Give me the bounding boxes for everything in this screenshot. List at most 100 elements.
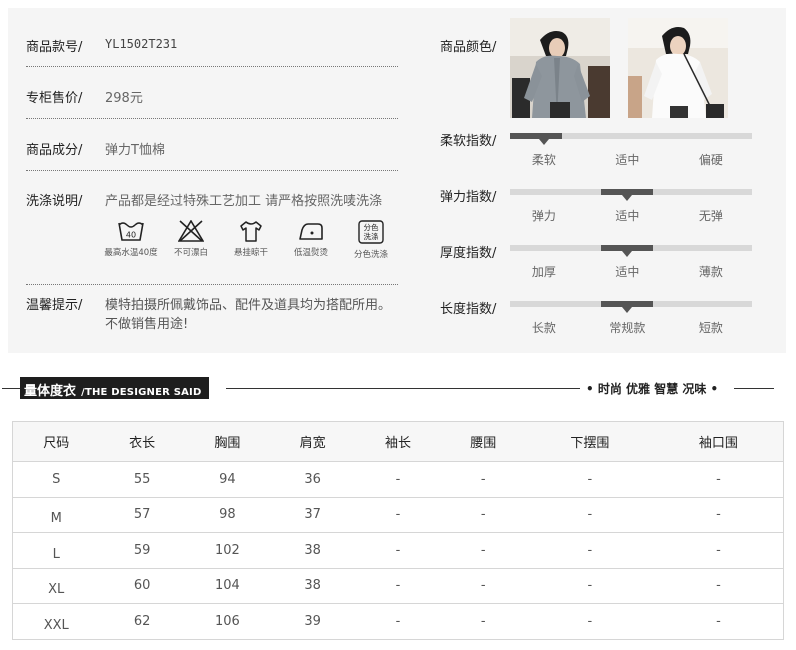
chest-cell: 94: [184, 461, 271, 498]
divider: [26, 284, 398, 285]
color-label: 商品颜色/: [440, 40, 497, 55]
separate-wash-caption: 分色洗涤: [353, 250, 388, 260]
table-row: S 55 94 36 - - - -: [12, 461, 784, 498]
color-photo-gray[interactable]: [510, 18, 610, 118]
divider: [26, 118, 398, 119]
header-line-right: [734, 388, 774, 389]
thickness-label: 厚度指数/: [440, 246, 497, 261]
shoulder-cell: 39: [270, 603, 356, 640]
section-tagline: • 时尚 优雅 智慧 况味 •: [586, 382, 719, 396]
low-iron-icon: [299, 223, 323, 240]
length-cell: 60: [99, 568, 185, 604]
chest-cell: 104: [184, 568, 271, 604]
divider: [26, 66, 398, 67]
low-iron-caption: 低温熨烫: [293, 248, 328, 258]
model-label: 商品款号/: [26, 40, 83, 55]
chest-cell: 98: [184, 497, 271, 533]
header-line-middle: [226, 388, 580, 389]
hang-dry-item: 悬挂晾干: [219, 220, 283, 258]
shoulder-cell: 37: [270, 497, 356, 533]
softness-indicator: [510, 133, 562, 139]
waist-cell: -: [440, 568, 526, 604]
model-gray-shirt-image: [510, 18, 610, 118]
elasticity-option-1: 弹力: [531, 209, 556, 223]
tips-line-1: 模特拍摄所佩戴饰品、配件及道具均为搭配所用。: [105, 298, 392, 313]
softness-pointer: [538, 139, 549, 145]
cuff-cell: -: [653, 461, 784, 498]
col-sleeve: 袖长: [355, 421, 441, 462]
softness-label: 柔软指数/: [440, 134, 497, 149]
table-row: XL 60 104 38 - - - -: [12, 568, 784, 604]
cuff-cell: -: [653, 568, 784, 604]
col-shoulder: 肩宽: [270, 421, 356, 462]
size-cell: XL: [12, 568, 100, 604]
section-title-en: /THE DESIGNER SAID: [81, 387, 202, 398]
waist-cell: -: [440, 497, 526, 533]
waist-cell: -: [440, 461, 526, 498]
separate-wash-glyph-1: 分色: [364, 222, 379, 232]
hem-cell: -: [525, 532, 654, 569]
chest-cell: 102: [184, 532, 271, 569]
size-table-header: 尺码 衣长 胸围 肩宽 袖长 腰围 下摆围 袖口围: [12, 421, 784, 462]
hem-cell: -: [525, 568, 654, 604]
divider: [26, 170, 398, 171]
no-bleach-caption: 不可漂白: [173, 248, 208, 258]
hang-dry-icon: [240, 221, 262, 242]
hang-dry-caption: 悬挂晾干: [233, 248, 268, 258]
sleeve-cell: -: [355, 497, 441, 533]
color-photo-white[interactable]: [628, 18, 728, 118]
table-row: XXL 62 106 39 - - - -: [12, 603, 784, 640]
length-cell: 59: [99, 532, 185, 569]
size-section-header: 量体度衣 /THE DESIGNER SAID • 时尚 优雅 智慧 况味 •: [0, 372, 796, 408]
sleeve-cell: -: [355, 461, 441, 498]
length-cell: 57: [99, 497, 185, 533]
softness-option-1: 柔软: [531, 153, 556, 167]
col-waist: 腰围: [440, 421, 526, 462]
cuff-cell: -: [653, 497, 784, 533]
size-cell: S: [12, 461, 100, 498]
wash-40-glyph: 40: [126, 231, 136, 240]
price-value: 298元: [105, 91, 143, 106]
tips-line-2: 不做销售用途!: [105, 317, 189, 332]
size-cell: L: [12, 532, 100, 569]
section-title-zh: 量体度衣: [24, 384, 77, 399]
no-bleach-item: 不可漂白: [159, 220, 223, 258]
thickness-option-3: 薄款: [698, 265, 723, 279]
cuff-cell: -: [653, 603, 784, 640]
hem-cell: -: [525, 461, 654, 498]
section-title: 量体度衣 /THE DESIGNER SAID: [20, 377, 210, 399]
price-label: 专柜售价/: [26, 91, 83, 106]
col-size: 尺码: [12, 421, 100, 462]
no-bleach-icon: [178, 220, 204, 242]
col-chest: 胸围: [184, 421, 271, 462]
separate-wash-icon: 分色 洗涤: [358, 220, 384, 244]
material-value: 弹力T恤棉: [105, 143, 165, 158]
elasticity-pointer: [622, 195, 633, 201]
material-label: 商品成分/: [26, 143, 83, 158]
sleeve-cell: -: [355, 568, 441, 604]
wash-40-icon: 40: [118, 222, 144, 241]
table-row: M 57 98 37 - - - -: [12, 497, 784, 533]
elasticity-option-3: 无弹: [698, 209, 723, 223]
elasticity-label: 弹力指数/: [440, 190, 497, 205]
shoulder-cell: 36: [270, 461, 356, 498]
length-option-3: 短款: [698, 321, 723, 335]
wash-40-item: 40 最高水温40度: [99, 220, 163, 258]
length-option-1: 长款: [531, 321, 556, 335]
shoulder-cell: 38: [270, 568, 356, 604]
wash-icons: 40 最高水温40度 不可漂白 悬挂晾干 低温熨烫 分色 洗涤 分色洗涤: [104, 220, 406, 280]
col-length: 衣长: [99, 421, 185, 462]
model-value: YL1502T231: [105, 37, 178, 51]
size-table: 尺码 衣长 胸围 肩宽 袖长 腰围 下摆围 袖口围 S 55 94 36 - -…: [12, 421, 784, 640]
col-cuff: 袖口围: [653, 421, 784, 462]
shoulder-cell: 38: [270, 532, 356, 569]
col-hem: 下摆围: [525, 421, 654, 462]
elasticity-option-2: 适中: [615, 209, 640, 223]
sleeve-cell: -: [355, 532, 441, 569]
length-pointer: [622, 307, 633, 313]
table-row: L 59 102 38 - - - -: [12, 532, 784, 569]
model-white-shirt-image: [628, 18, 728, 118]
length-option-2: 常规款: [609, 321, 646, 335]
tips-label: 温馨提示/: [26, 298, 83, 313]
size-cell: M: [12, 497, 100, 533]
